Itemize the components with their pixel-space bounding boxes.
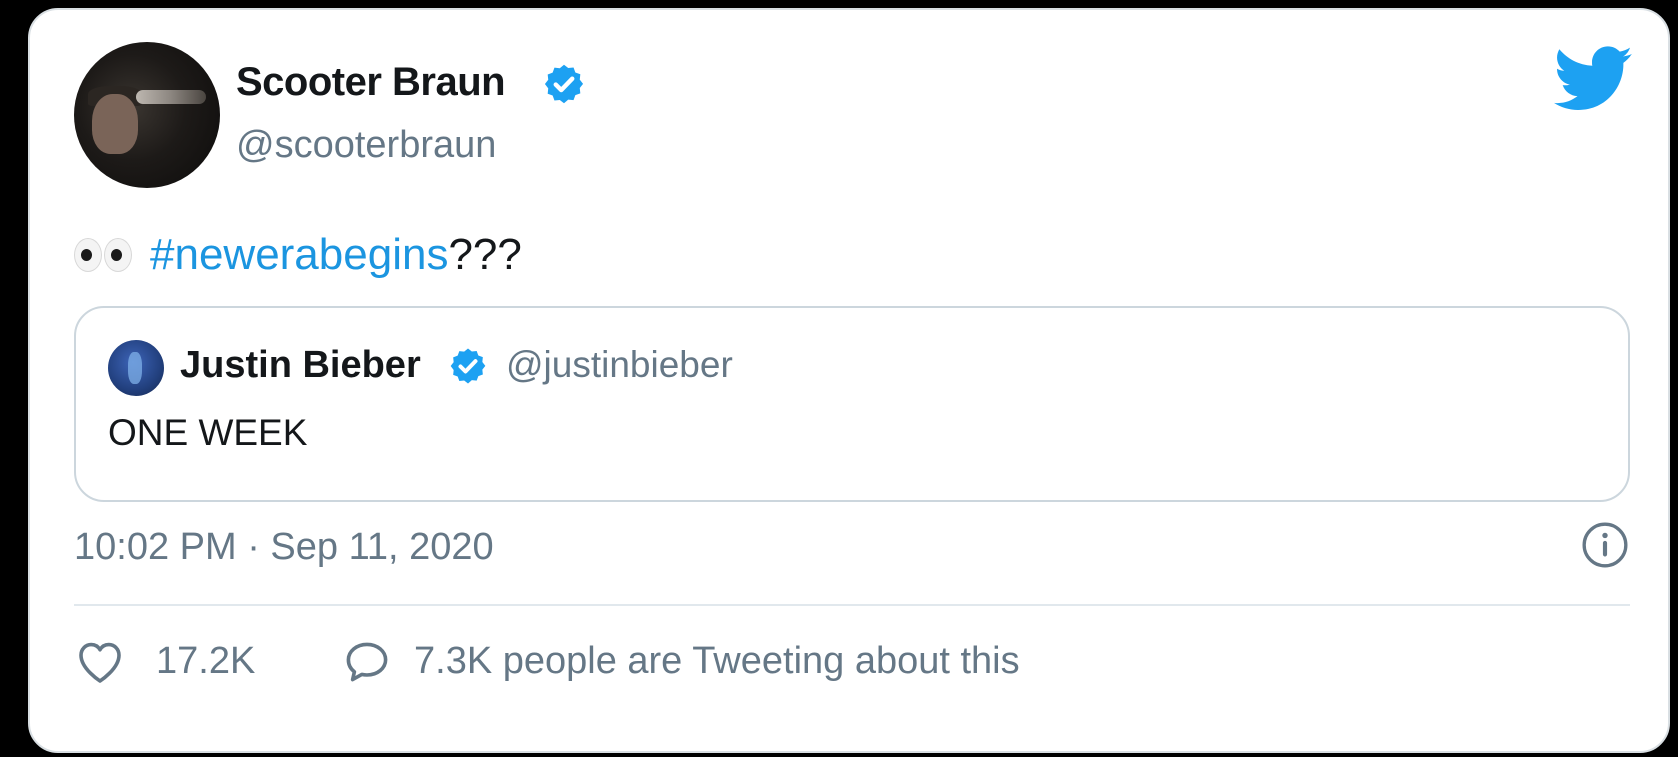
likes-count[interactable]: 17.2K [156,640,255,683]
embedded-tweet-card[interactable]: Scooter Braun @scooterbraun #newerabegin… [28,8,1670,753]
twitter-bird-icon[interactable] [1554,46,1634,112]
author-avatar[interactable] [74,42,220,188]
verified-badge-icon [450,348,486,384]
quoted-tweet[interactable]: Justin Bieber @justinbieber ONE WEEK [74,306,1630,502]
hashtag-link[interactable]: #newerabegins [150,230,448,279]
eyes-emoji-icon [74,238,132,272]
tweet-timestamp[interactable]: 10:02 PM · Sep 11, 2020 [74,526,494,569]
tweet-text-suffix: ??? [448,230,522,279]
quoted-tweet-text: ONE WEEK [108,412,308,453]
info-icon[interactable] [1580,520,1630,570]
verified-badge-icon [544,64,584,104]
heart-icon[interactable] [76,640,124,684]
tweet-text: #newerabegins??? [74,230,522,280]
divider [74,604,1630,606]
people-tweeting-link[interactable]: 7.3K people are Tweeting about this [414,640,1020,683]
quoted-author-name: Justin Bieber [180,344,421,386]
quoted-author-avatar[interactable] [108,340,164,396]
author-name[interactable]: Scooter Braun [236,60,506,105]
reply-bubble-icon[interactable] [342,638,392,686]
author-handle[interactable]: @scooterbraun [236,124,496,167]
quoted-author-handle: @justinbieber [506,344,733,385]
